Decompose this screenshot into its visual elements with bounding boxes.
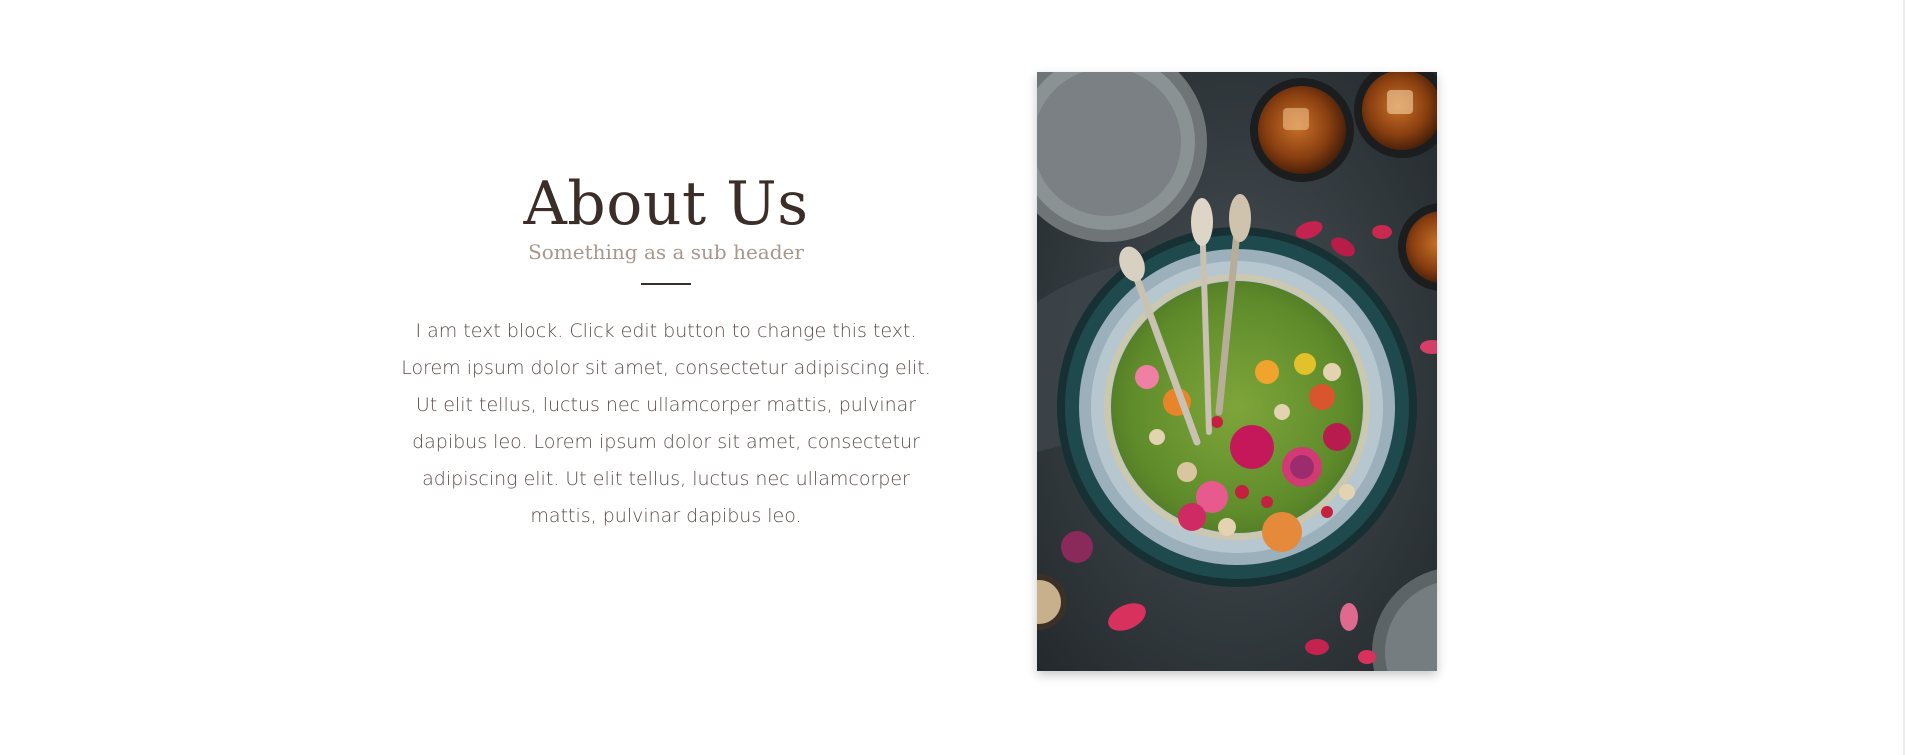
about-text-column: About Us Something as a sub header I am … — [390, 168, 942, 535]
page-title: About Us — [523, 169, 809, 239]
title-divider — [641, 283, 691, 285]
sub-header: Something as a sub header — [528, 240, 804, 264]
about-section: About Us Something as a sub header I am … — [0, 0, 1905, 755]
about-body-text: I am text block. Click edit button to ch… — [401, 320, 931, 527]
food-photo-image — [1037, 72, 1437, 671]
